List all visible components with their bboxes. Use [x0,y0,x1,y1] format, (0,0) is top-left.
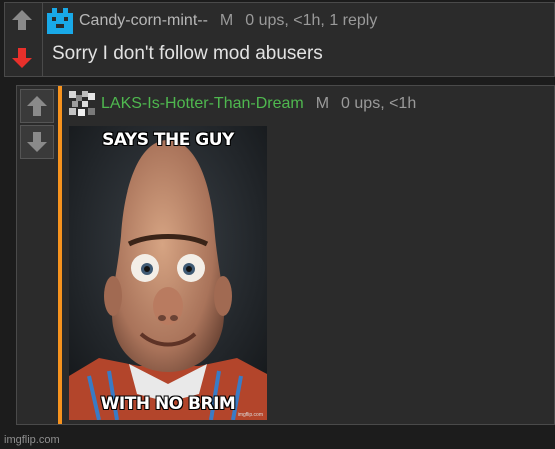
meme-watermark: imgflip.com [237,412,263,418]
pixel-avatar-icon[interactable] [47,8,73,34]
comment-meta: 0 ups, <1h, 1 reply [245,12,378,29]
comment-header: Candy-corn-mint-- M 0 ups, <1h, 1 reply [47,7,377,35]
meme-caption-top: SAYS THE GUY [102,130,234,150]
vote-divider [42,3,43,76]
reply-accent-bar [58,86,62,424]
comment-username[interactable]: LAKS-Is-Hotter-Than-Dream [101,95,304,113]
comment-text: Sorry I don't follow mod abusers [52,43,323,64]
comment-username[interactable]: Candy-corn-mint-- [79,12,208,30]
downvote-button[interactable] [5,41,39,75]
arrow-down-icon [12,48,32,68]
comment-header: LAKS-Is-Hotter-Than-Dream M 0 ups, <1h [69,90,416,118]
mod-badge: M [315,95,330,112]
upvote-button[interactable] [20,89,54,123]
arrow-up-icon [12,10,32,30]
meme-illustration [69,126,267,420]
comment: Candy-corn-mint-- M 0 ups, <1h, 1 reply … [4,2,555,77]
comment-meta: 0 ups, <1h [341,95,417,112]
imgflip-watermark: imgflip.com [4,434,60,446]
meme-caption-bottom: WITH NO BRIM [100,394,236,414]
pixel-avatar-icon[interactable] [69,91,95,117]
upvote-button[interactable] [5,3,39,37]
arrow-up-icon [27,96,47,116]
downvote-button[interactable] [20,125,54,159]
meme-image[interactable]: SAYS THE GUY WITH NO BRIM imgflip.com [69,126,267,420]
arrow-down-icon [27,132,47,152]
mod-badge: M [219,12,234,29]
